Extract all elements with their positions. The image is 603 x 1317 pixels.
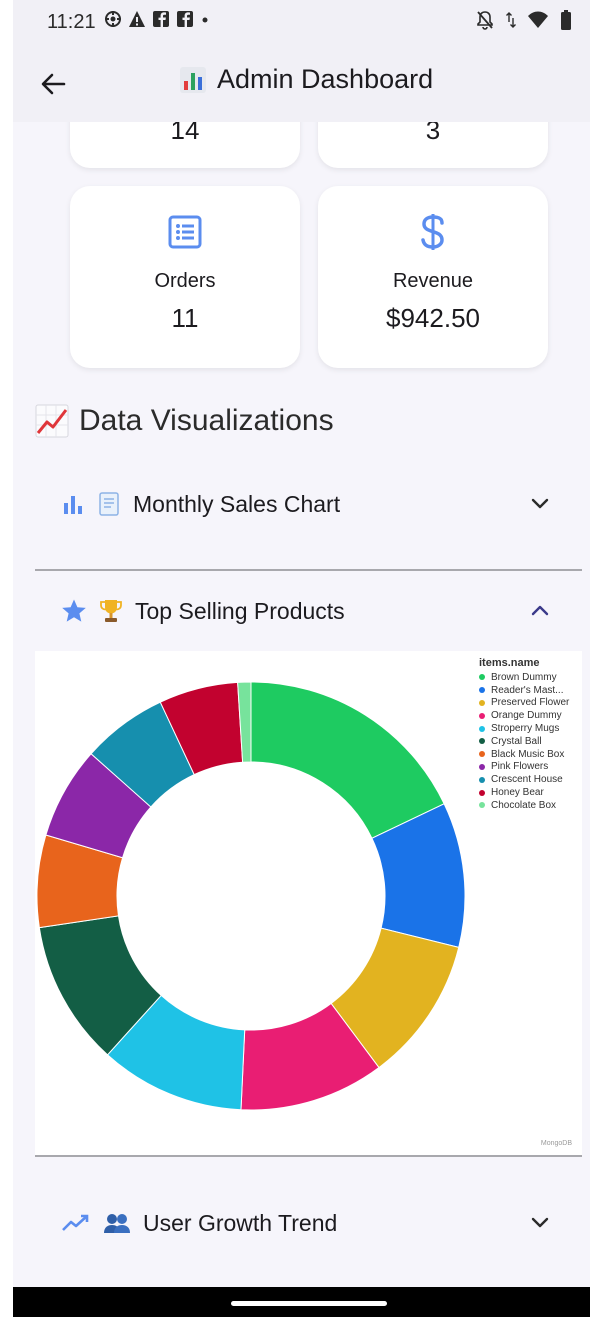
panel-monthly-sales[interactable]: Monthly Sales Chart bbox=[35, 471, 580, 537]
legend-title: items.name bbox=[479, 657, 540, 669]
status-bar: 11:21 bbox=[13, 0, 590, 44]
legend-swatch bbox=[479, 802, 485, 809]
dollar-icon bbox=[421, 214, 444, 250]
trend-up-icon bbox=[62, 1214, 89, 1231]
legend-item: Crescent House bbox=[479, 773, 569, 786]
status-time: 11:21 bbox=[47, 11, 96, 33]
receipt-icon bbox=[99, 492, 119, 516]
data-arrows-icon bbox=[506, 12, 516, 28]
app-bar: Admin Dashboard bbox=[13, 44, 590, 122]
legend-label: Preserved Flower bbox=[491, 697, 570, 709]
legend-items: Brown Dummy Reader's Mast... Preserved Flo… bbox=[479, 671, 569, 812]
stat-card-top-left: 14 bbox=[70, 122, 300, 168]
panel-label: Top Selling Products bbox=[135, 597, 345, 624]
battery-icon bbox=[561, 10, 571, 30]
chart-watermark: MongoDB bbox=[540, 1140, 572, 1147]
status-icons-right bbox=[476, 10, 572, 30]
orders-value: 11 bbox=[171, 303, 199, 333]
app-screen: 11:21 Admin Dashboard 14 3 Orders 11 Rev… bbox=[13, 0, 590, 1317]
revenue-value: $942.50 bbox=[386, 303, 480, 333]
legend-swatch bbox=[479, 751, 485, 758]
legend-swatch bbox=[479, 687, 485, 694]
legend-swatch bbox=[479, 725, 485, 732]
legend-item: Chocolate Box bbox=[479, 799, 569, 812]
status-icons-left bbox=[104, 10, 210, 28]
page-title: Admin Dashboard bbox=[179, 64, 433, 95]
chart-legend: items.name Brown Dummy Reader's Mast... Pr… bbox=[479, 657, 569, 812]
legend-item: Orange Dummy bbox=[479, 709, 569, 722]
legend-label: Pink Flowers bbox=[491, 761, 549, 773]
legend-label: Stroperry Mugs bbox=[491, 723, 560, 735]
legend-label: Black Music Box bbox=[491, 748, 565, 760]
donut-slice-brown-dummy bbox=[250, 681, 445, 839]
dot-icon bbox=[202, 17, 208, 23]
legend-label: Reader's Mast... bbox=[491, 684, 564, 696]
panel-divider bbox=[35, 569, 582, 571]
panel-label: Monthly Sales Chart bbox=[133, 490, 341, 517]
star-icon bbox=[62, 599, 86, 622]
facebook-icon bbox=[153, 11, 169, 27]
revenue-label: Revenue bbox=[392, 270, 474, 292]
panel-user-growth[interactable]: User Growth Trend bbox=[35, 1190, 580, 1256]
legend-item: Preserved Flower bbox=[479, 697, 569, 710]
mute-icon bbox=[477, 11, 493, 30]
trending-chart-emoji-icon bbox=[35, 404, 69, 438]
legend-item: Honey Bear bbox=[479, 786, 569, 799]
bar-chart-emoji-icon bbox=[180, 66, 206, 93]
bar-chart-icon bbox=[64, 496, 82, 514]
orders-label: Orders bbox=[154, 270, 216, 292]
legend-item: Pink Flowers bbox=[479, 761, 569, 774]
chevron-up-icon[interactable] bbox=[528, 599, 552, 623]
legend-swatch bbox=[479, 699, 485, 706]
legend-label: Crescent House bbox=[491, 774, 563, 786]
legend-item: Reader's Mast... bbox=[479, 684, 569, 697]
top-selling-chart: items.name Brown Dummy Reader's Mast... Pr… bbox=[35, 651, 582, 1155]
chevron-down-icon[interactable] bbox=[528, 1211, 552, 1235]
chevron-down-icon[interactable] bbox=[528, 492, 552, 516]
warning-icon bbox=[129, 11, 145, 27]
facebook-icon bbox=[177, 11, 193, 27]
legend-label: Brown Dummy bbox=[491, 671, 557, 683]
home-gesture-handle[interactable] bbox=[231, 1301, 387, 1306]
wifi-icon bbox=[528, 11, 548, 28]
legend-swatch bbox=[479, 763, 485, 770]
legend-swatch bbox=[479, 776, 485, 783]
legend-item: Stroperry Mugs bbox=[479, 722, 569, 735]
page-title-text: Admin Dashboard bbox=[217, 64, 434, 94]
legend-item: Crystal Ball bbox=[479, 735, 569, 748]
navigation-bar bbox=[13, 1287, 590, 1317]
legend-swatch bbox=[479, 712, 485, 719]
stat-value: 3 bbox=[425, 122, 441, 145]
legend-item: Black Music Box bbox=[479, 748, 569, 761]
back-arrow-icon bbox=[41, 73, 66, 95]
list-icon bbox=[168, 215, 202, 249]
stat-value: 14 bbox=[170, 122, 200, 145]
stat-card-top-right: 3 bbox=[318, 122, 548, 168]
dashboard-content[interactable]: 14 3 Orders 11 Revenue $942.50 Data Visu… bbox=[13, 122, 590, 1287]
legend-label: Crystal Ball bbox=[491, 735, 542, 747]
panel-divider bbox=[35, 1155, 582, 1157]
legend-label: Honey Bear bbox=[491, 787, 544, 799]
settings-icon bbox=[105, 11, 121, 27]
back-button[interactable] bbox=[33, 64, 73, 104]
legend-label: Orange Dummy bbox=[491, 710, 562, 722]
legend-swatch bbox=[479, 738, 485, 745]
legend-item: Brown Dummy bbox=[479, 671, 569, 684]
legend-swatch bbox=[479, 674, 485, 681]
section-heading: Data Visualizations bbox=[35, 404, 334, 438]
revenue-card[interactable]: Revenue $942.50 bbox=[318, 186, 548, 368]
trophy-icon bbox=[100, 600, 122, 622]
legend-label: Chocolate Box bbox=[491, 799, 557, 811]
panel-top-selling[interactable]: Top Selling Products bbox=[35, 578, 580, 644]
people-icon bbox=[104, 1214, 130, 1233]
orders-card[interactable]: Orders 11 bbox=[70, 186, 300, 368]
section-title: Data Visualizations bbox=[79, 404, 334, 437]
panel-label: User Growth Trend bbox=[143, 1209, 338, 1236]
legend-swatch bbox=[479, 789, 485, 796]
